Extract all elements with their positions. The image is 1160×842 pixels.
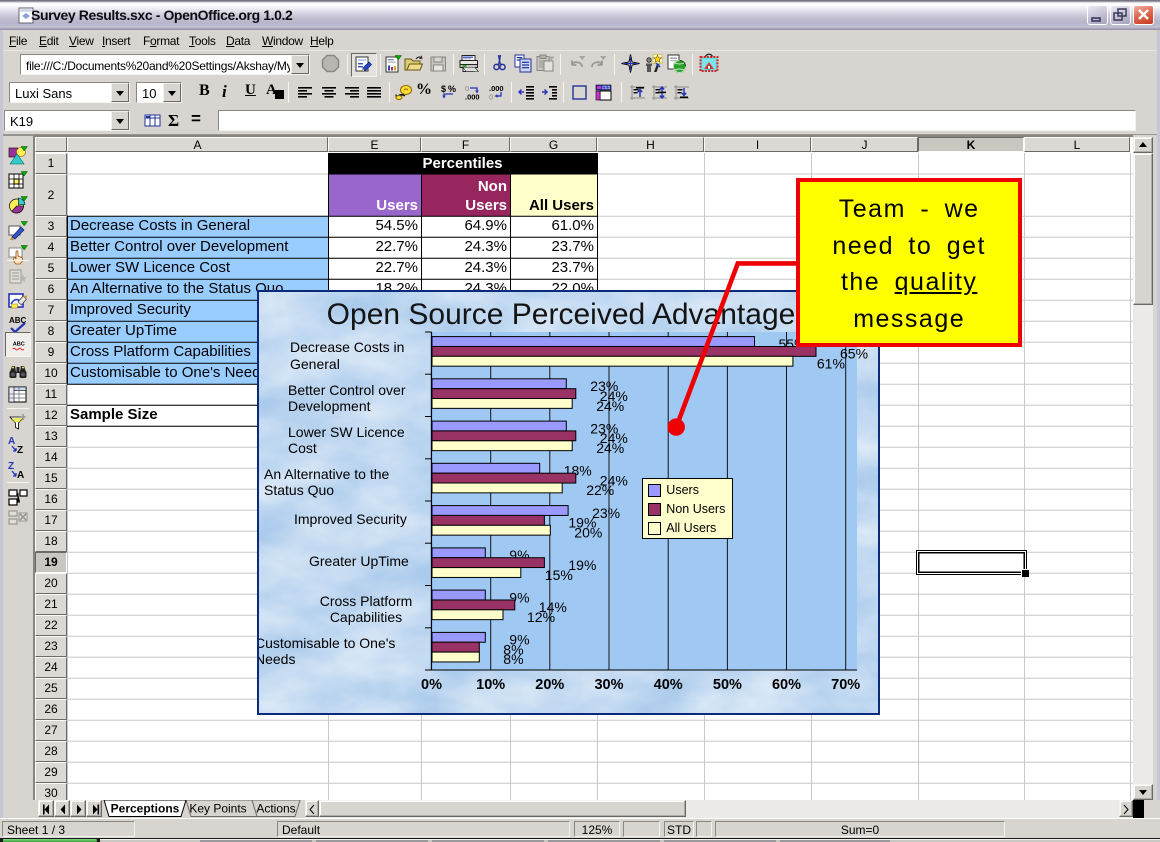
svg-text:.000: .000	[465, 93, 480, 102]
svg-text:0: 0	[489, 93, 493, 102]
svg-text:%: %	[448, 84, 456, 94]
svg-text:Z: Z	[8, 461, 14, 472]
svg-text:Actions: Actions	[256, 802, 295, 816]
svg-text:Key Points: Key Points	[189, 802, 246, 816]
svg-text:Z: Z	[17, 445, 23, 455]
svg-text:$: $	[441, 84, 446, 94]
svg-text:A: A	[17, 470, 24, 480]
svg-text:ABC: ABC	[13, 342, 25, 348]
svg-text:Perceptions: Perceptions	[111, 802, 180, 816]
svg-text:A: A	[8, 436, 15, 447]
